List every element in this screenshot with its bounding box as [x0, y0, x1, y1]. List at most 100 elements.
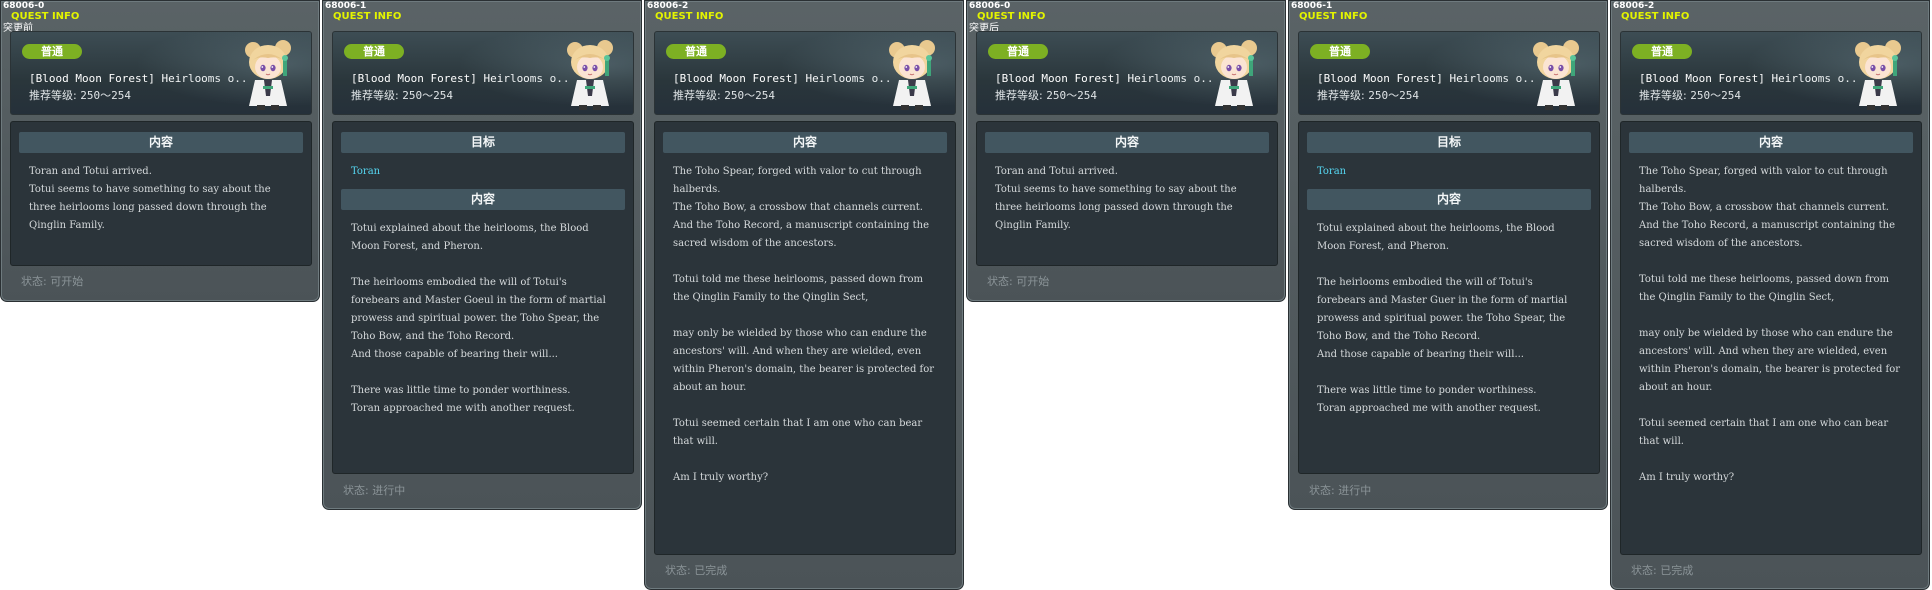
content-text: Totui explained about the heirlooms, the… [351, 223, 606, 414]
quest-header: 普通 [Blood Moon Forest] Heirlooms o.. 推荐等… [654, 31, 956, 115]
quest-type-badge: 普通 [666, 44, 726, 59]
quest-name: [Blood Moon Forest] Heirlooms o.. [29, 72, 248, 85]
quest-window: 68006-2 QUEST INFO 普通 [Blood Moon Forest… [1610, 0, 1930, 590]
quest-name: [Blood Moon Forest] Heirlooms o.. [673, 72, 892, 85]
quest-header: 普通 [Blood Moon Forest] Heirlooms o.. 推荐等… [332, 31, 634, 115]
status-value: 进行中 [1338, 484, 1372, 497]
npc-portrait-icon [555, 36, 625, 112]
status-prefix: 状态: [1631, 564, 1657, 577]
status-prefix: 状态: [665, 564, 691, 577]
level-label: 推荐等级: [673, 89, 721, 102]
level-label: 推荐等级: [351, 89, 399, 102]
status-value: 已完成 [694, 564, 728, 577]
status-line: 状态: 可开始 [987, 275, 1049, 289]
quest-header: 普通 [Blood Moon Forest] Heirlooms o.. 推荐等… [10, 31, 312, 115]
content-header: 内容 [663, 132, 947, 153]
status-prefix: 状态: [21, 275, 47, 288]
quest-id: 68006-1 [325, 1, 367, 11]
recommended-level: 推荐等级: 250～254 [29, 89, 131, 103]
content-header: 内容 [341, 189, 625, 210]
content-text: Toran and Totui arrived. Totui seems to … [29, 166, 271, 231]
content-header: 内容 [19, 132, 303, 153]
target-header: 目标 [1307, 132, 1591, 153]
level-range: 250～254 [1368, 89, 1419, 102]
quest-id: 68006-1 [1291, 1, 1333, 11]
quest-info-title: QUEST INFO [1299, 11, 1368, 22]
quest-name: [Blood Moon Forest] Heirlooms o.. [995, 72, 1214, 85]
status-line: 状态: 可开始 [21, 275, 83, 289]
recommended-level: 推荐等级: 250～254 [1639, 89, 1741, 103]
quest-body[interactable]: 内容 The Toho Spear, forged with valor to … [654, 121, 956, 555]
content-header: 内容 [1307, 189, 1591, 210]
level-range: 250～254 [402, 89, 453, 102]
content-header: 内容 [1629, 132, 1913, 153]
content-text: Totui explained about the heirlooms, the… [1317, 223, 1568, 414]
content-header: 内容 [985, 132, 1269, 153]
quest-type-badge: 普通 [1632, 44, 1692, 59]
status-prefix: 状态: [987, 275, 1013, 288]
quest-window: 68006-0 QUEST INFO 突更后 普通 [Blood Moon Fo… [966, 0, 1286, 302]
status-prefix: 状态: [343, 484, 369, 497]
npc-portrait-icon [233, 36, 303, 112]
quest-window: 68006-2 QUEST INFO 普通 [Blood Moon Forest… [644, 0, 964, 590]
quest-window: 68006-0 QUEST INFO 突更前 普通 [Blood Moon Fo… [0, 0, 320, 302]
quest-header: 普通 [Blood Moon Forest] Heirlooms o.. 推荐等… [976, 31, 1278, 115]
level-range: 250～254 [1046, 89, 1097, 102]
quest-body[interactable]: 目标 Toran 内容 Totui explained about the he… [332, 121, 634, 474]
level-label: 推荐等级: [1317, 89, 1365, 102]
recommended-level: 推荐等级: 250～254 [995, 89, 1097, 103]
quest-body[interactable]: 内容 Toran and Totui arrived. Totui seems … [10, 121, 312, 266]
quest-id: 68006-2 [647, 1, 689, 11]
target-npc-link[interactable]: Toran [1317, 163, 1581, 181]
quest-body[interactable]: 内容 The Toho Spear, forged with valor to … [1620, 121, 1922, 555]
content-text: Toran and Totui arrived. Totui seems to … [995, 166, 1237, 231]
quest-info-title: QUEST INFO [1621, 11, 1690, 22]
status-value: 进行中 [372, 484, 406, 497]
status-line: 状态: 已完成 [1631, 564, 1693, 578]
npc-portrait-icon [1521, 36, 1591, 112]
level-label: 推荐等级: [29, 89, 77, 102]
target-npc-link[interactable]: Toran [351, 163, 615, 181]
quest-id: 68006-0 [969, 1, 1011, 11]
npc-portrait-icon [1843, 36, 1913, 112]
target-header: 目标 [341, 132, 625, 153]
quest-name: [Blood Moon Forest] Heirlooms o.. [1639, 72, 1858, 85]
quest-info-title: QUEST INFO [11, 11, 80, 22]
quest-type-badge: 普通 [22, 44, 82, 59]
content-text: The Toho Spear, forged with valor to cut… [1639, 166, 1901, 483]
quest-info-title: QUEST INFO [655, 11, 724, 22]
status-line: 状态: 进行中 [343, 484, 405, 498]
status-value: 可开始 [50, 275, 84, 288]
quest-body[interactable]: 目标 Toran 内容 Totui explained about the he… [1298, 121, 1600, 474]
recommended-level: 推荐等级: 250～254 [351, 89, 453, 103]
level-range: 250～254 [1690, 89, 1741, 102]
recommended-level: 推荐等级: 250～254 [1317, 89, 1419, 103]
status-value: 可开始 [1016, 275, 1050, 288]
quest-header: 普通 [Blood Moon Forest] Heirlooms o.. 推荐等… [1298, 31, 1600, 115]
quest-header: 普通 [Blood Moon Forest] Heirlooms o.. 推荐等… [1620, 31, 1922, 115]
npc-portrait-icon [877, 36, 947, 112]
content-text: The Toho Spear, forged with valor to cut… [673, 166, 935, 483]
quest-window: 68006-1 QUEST INFO 普通 [Blood Moon Forest… [1288, 0, 1608, 510]
quest-type-badge: 普通 [344, 44, 404, 59]
recommended-level: 推荐等级: 250～254 [673, 89, 775, 103]
level-label: 推荐等级: [1639, 89, 1687, 102]
quest-name: [Blood Moon Forest] Heirlooms o.. [351, 72, 570, 85]
status-prefix: 状态: [1309, 484, 1335, 497]
quest-info-title: QUEST INFO [333, 11, 402, 22]
status-value: 已完成 [1660, 564, 1694, 577]
status-line: 状态: 已完成 [665, 564, 727, 578]
status-line: 状态: 进行中 [1309, 484, 1371, 498]
quest-type-badge: 普通 [1310, 44, 1370, 59]
level-range: 250～254 [80, 89, 131, 102]
quest-name: [Blood Moon Forest] Heirlooms o.. [1317, 72, 1536, 85]
quest-id: 68006-2 [1613, 1, 1655, 11]
quest-type-badge: 普通 [988, 44, 1048, 59]
quest-window: 68006-1 QUEST INFO 普通 [Blood Moon Forest… [322, 0, 642, 510]
npc-portrait-icon [1199, 36, 1269, 112]
level-label: 推荐等级: [995, 89, 1043, 102]
level-range: 250～254 [724, 89, 775, 102]
quest-info-title: QUEST INFO [977, 11, 1046, 22]
quest-body[interactable]: 内容 Toran and Totui arrived. Totui seems … [976, 121, 1278, 266]
quest-id: 68006-0 [3, 1, 45, 11]
